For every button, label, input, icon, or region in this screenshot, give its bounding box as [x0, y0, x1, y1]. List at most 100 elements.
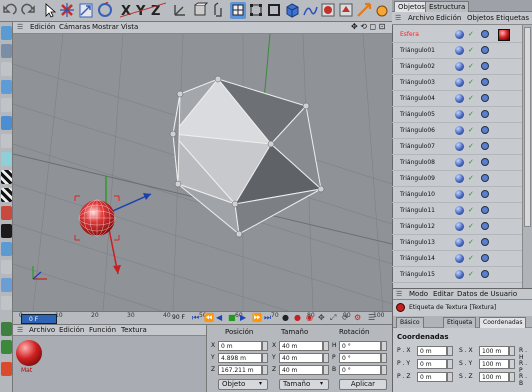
coordinate-system-icon[interactable]	[172, 2, 188, 19]
layer-ball-icon[interactable]	[455, 110, 464, 119]
tag-icon[interactable]	[481, 62, 489, 70]
tab-estructura[interactable]: Estructura	[425, 1, 470, 12]
object-row[interactable]: Triángulo07 ✓	[392, 139, 522, 155]
tool-button-j[interactable]	[1, 224, 12, 238]
tag-icon[interactable]	[481, 270, 489, 278]
menu-vista[interactable]: Vista	[121, 23, 138, 31]
menu-objetos[interactable]: Objetos	[467, 14, 494, 22]
tool-button-g[interactable]	[1, 134, 12, 148]
scrollbar-thumb[interactable]	[524, 27, 531, 227]
tab-coordenadas[interactable]: Coordenadas	[479, 317, 527, 328]
material-tag-icon[interactable]	[498, 29, 510, 41]
menu-mostrar[interactable]: Mostrar	[92, 23, 119, 31]
viewport-nav-icons[interactable]: ✥ ⟲ ◻ ⊡	[351, 22, 385, 31]
menu-edicion[interactable]: Edición	[59, 326, 84, 334]
layer-ball-icon[interactable]	[455, 238, 464, 247]
edges-mode-icon[interactable]	[266, 2, 282, 19]
menu-textura[interactable]: Textura	[121, 326, 147, 334]
layer-ball-icon[interactable]	[455, 62, 464, 71]
menu-archivo[interactable]: Archivo	[29, 326, 55, 334]
size-z-spinner[interactable]	[323, 365, 329, 375]
tool-button-n[interactable]	[1, 296, 12, 310]
autokey-icon[interactable]: ◉	[306, 313, 313, 322]
tag-icon[interactable]	[481, 126, 489, 134]
checker-tool-icon-2[interactable]	[1, 188, 12, 202]
visibility-check-icon[interactable]: ✓	[468, 94, 478, 104]
tag-icon[interactable]	[481, 46, 489, 54]
visibility-check-icon[interactable]: ✓	[468, 62, 478, 72]
array-object-icon[interactable]	[338, 2, 354, 19]
model-mode-icon[interactable]	[192, 2, 209, 19]
layer-ball-icon[interactable]	[455, 206, 464, 215]
object-row[interactable]: Triángulo09 ✓	[392, 171, 522, 187]
size-z-field[interactable]: 40 m	[279, 365, 323, 375]
visibility-check-icon[interactable]: ✓	[468, 78, 478, 88]
position-x-field[interactable]: 0 m	[218, 341, 262, 351]
tool-button-l[interactable]	[1, 260, 12, 274]
select-arrow-icon[interactable]	[42, 2, 58, 19]
rotate-tool-icon[interactable]	[97, 1, 113, 19]
object-row[interactable]: Triángulo10 ✓	[392, 187, 522, 203]
menu-datos-usuario[interactable]: Datos de Usuario	[457, 290, 517, 298]
position-z-field[interactable]: 167.211 m	[218, 365, 262, 375]
tool-button-e[interactable]	[1, 98, 12, 112]
object-mode-icon[interactable]	[210, 2, 226, 19]
tag-icon[interactable]	[481, 142, 489, 150]
position-x-spinner[interactable]	[262, 341, 268, 351]
tag-icon[interactable]	[481, 206, 489, 214]
axis-lock-xyz[interactable]: XYZ	[119, 2, 167, 19]
rotation-p-field[interactable]: 0 °	[339, 353, 381, 363]
visibility-check-icon[interactable]: ✓	[468, 222, 478, 232]
object-row[interactable]: Triángulo02 ✓	[392, 59, 522, 75]
scale-tool-icon[interactable]	[78, 2, 94, 19]
position-y-spinner[interactable]	[262, 353, 268, 363]
tool-button-k[interactable]	[1, 242, 12, 256]
visibility-check-icon[interactable]: ✓	[468, 190, 478, 200]
s-y-spinner[interactable]	[509, 359, 515, 369]
material-name[interactable]: Mat	[21, 367, 32, 374]
timeline-options-icon[interactable]: ☰	[368, 313, 375, 322]
object-row[interactable]: Triángulo06 ✓	[392, 123, 522, 139]
p-z-field[interactable]: 0 m	[417, 372, 447, 382]
object-row[interactable]: Triángulo14 ✓	[392, 251, 522, 267]
rotation-p-spinner[interactable]	[381, 353, 387, 363]
object-row[interactable]: Triángulo05 ✓	[392, 107, 522, 123]
menu-camaras[interactable]: Cámaras	[59, 23, 90, 31]
s-x-field[interactable]: 100 m	[479, 346, 509, 356]
visibility-check-icon[interactable]: ✓	[468, 238, 478, 248]
visibility-check-icon[interactable]: ✓	[468, 158, 478, 168]
position-y-field[interactable]: 4.898 m	[218, 353, 262, 363]
previous-key-icon[interactable]: ⏪	[204, 313, 214, 322]
tag-icon[interactable]	[481, 238, 489, 246]
points-mode-icon[interactable]	[248, 2, 264, 19]
menu-editar[interactable]: Editar	[433, 290, 454, 298]
key-position-icon[interactable]: ✥	[318, 313, 325, 322]
layer-ball-icon[interactable]	[455, 174, 464, 183]
icosahedron-object[interactable]	[169, 75, 325, 238]
menu-edicion[interactable]: Edición	[30, 23, 55, 31]
texture-mode-icon[interactable]	[230, 2, 246, 19]
layer-ball-icon[interactable]	[455, 158, 464, 167]
tab-basico[interactable]: Básico	[396, 317, 424, 328]
current-frame-field[interactable]: 0 F	[21, 314, 57, 324]
layer-ball-icon[interactable]	[455, 222, 464, 231]
layer-ball-icon[interactable]	[455, 78, 464, 87]
cube-primitive-icon[interactable]	[284, 2, 300, 19]
s-x-spinner[interactable]	[509, 346, 515, 356]
size-x-field[interactable]: 40 m	[279, 341, 323, 351]
check-icon[interactable]	[1, 340, 12, 354]
object-row[interactable]: Triángulo04 ✓	[392, 91, 522, 107]
key-param-icon[interactable]: ⚙	[354, 313, 361, 322]
visibility-check-icon[interactable]: ✓	[468, 174, 478, 184]
s-y-field[interactable]: 100 m	[479, 359, 509, 369]
tool-button-c[interactable]	[1, 62, 12, 76]
record-icon[interactable]: ●	[294, 313, 301, 322]
object-row-esfera[interactable]: Esfera ✓	[392, 27, 522, 43]
tool-button-i[interactable]	[1, 206, 12, 220]
menu-funcion[interactable]: Función	[89, 326, 116, 334]
tool-button-o[interactable]	[1, 322, 12, 336]
layer-ball-icon[interactable]	[455, 190, 464, 199]
play-icon[interactable]: ■	[228, 313, 236, 322]
object-row[interactable]: Triángulo15 ✓	[392, 267, 522, 283]
tab-objetos[interactable]: Objetos	[394, 1, 429, 12]
